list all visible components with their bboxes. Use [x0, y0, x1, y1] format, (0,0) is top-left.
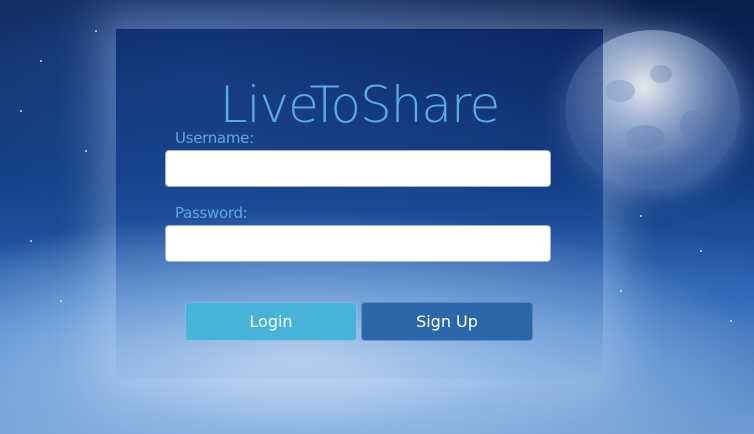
star [20, 110, 22, 112]
star [85, 150, 87, 152]
app-title: LiveToShare [219, 76, 501, 134]
username-input[interactable] [165, 150, 551, 187]
moon-crater [680, 110, 705, 140]
moon-crater [650, 65, 672, 83]
star [700, 250, 702, 252]
signup-button[interactable]: Sign Up [362, 303, 532, 340]
star [30, 240, 32, 242]
password-label: Password: [175, 204, 248, 222]
username-label: Username: [175, 129, 254, 147]
password-input[interactable] [165, 225, 551, 262]
login-button[interactable]: Login [186, 303, 356, 340]
moon-crater [605, 80, 635, 102]
star [40, 60, 42, 62]
star [95, 30, 97, 32]
moon-crater [625, 125, 665, 150]
star [60, 300, 62, 302]
login-panel: LiveToShare Username: Password: Login Si… [116, 29, 603, 379]
star [640, 215, 642, 217]
star [620, 290, 622, 292]
star [730, 320, 732, 322]
